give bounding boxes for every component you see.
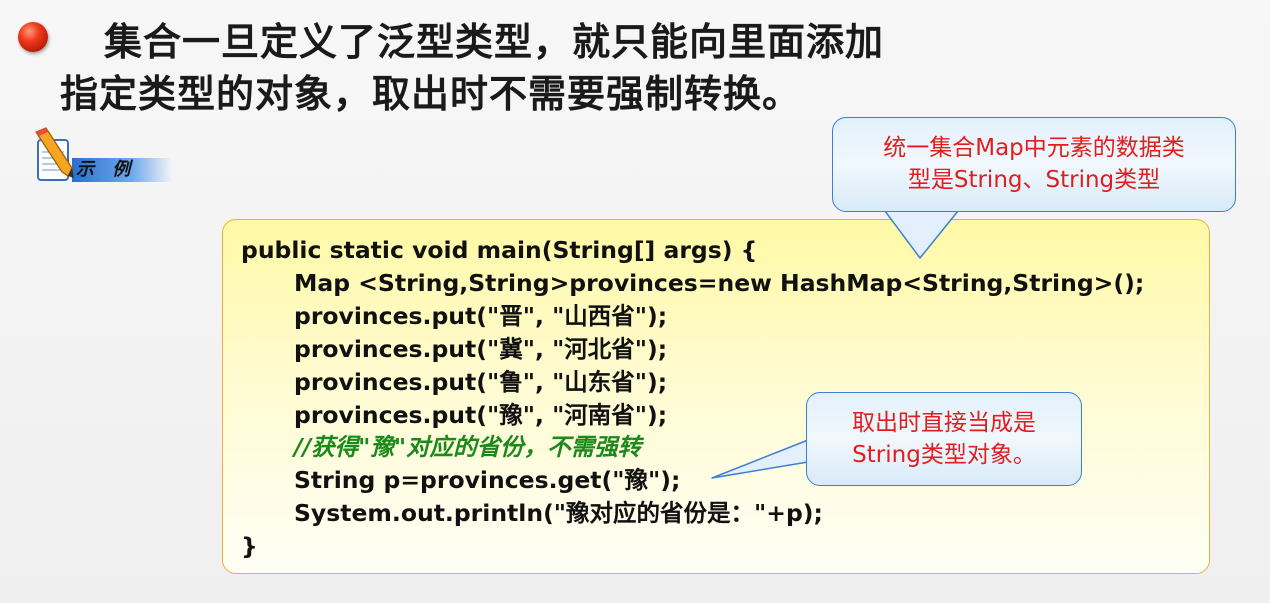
callout-map-types: 统一集合Map中元素的数据类 型是String、String类型 — [832, 117, 1236, 212]
callout-text: 型是String、String类型 — [907, 167, 1161, 193]
callout-text: 统一集合Map中元素的数据类 — [883, 135, 1185, 161]
code-line: provinces.put("鲁", "山东省"); — [294, 368, 668, 396]
notepad-pencil-icon — [35, 127, 74, 181]
code-line: provinces.put("冀", "河北省"); — [294, 335, 668, 363]
code-line: provinces.put("晋", "山西省"); — [294, 302, 668, 330]
callout-text: 取出时直接当成是 — [852, 410, 1036, 436]
code-line: provinces.put("豫", "河南省"); — [294, 401, 668, 429]
code-line: } — [241, 532, 258, 560]
example-label: 示 例 — [76, 159, 137, 180]
code-line: Map <String,String>provinces=new HashMap… — [294, 269, 1145, 297]
code-line: String p=provinces.get("豫"); — [294, 466, 681, 494]
code-line: public static void main(String[] args) { — [241, 236, 758, 264]
callout-get-result: 取出时直接当成是 String类型对象。 — [806, 392, 1082, 486]
code-line: System.out.println("豫对应的省份是："+p); — [294, 499, 823, 527]
heading-line-1: 集合一旦定义了泛型类型，就只能向里面添加 — [104, 20, 885, 64]
red-bullet-icon — [18, 22, 48, 52]
slide-heading: 集合一旦定义了泛型类型，就只能向里面添加 指定类型的对象，取出时不需要强制转换。 — [60, 16, 1010, 120]
heading-line-2: 指定类型的对象，取出时不需要强制转换。 — [60, 72, 802, 116]
example-badge: 示 例 — [32, 126, 172, 192]
callout-text: String类型对象。 — [852, 442, 1036, 468]
code-comment: //获得"豫"对应的省份，不需强转 — [294, 433, 642, 461]
